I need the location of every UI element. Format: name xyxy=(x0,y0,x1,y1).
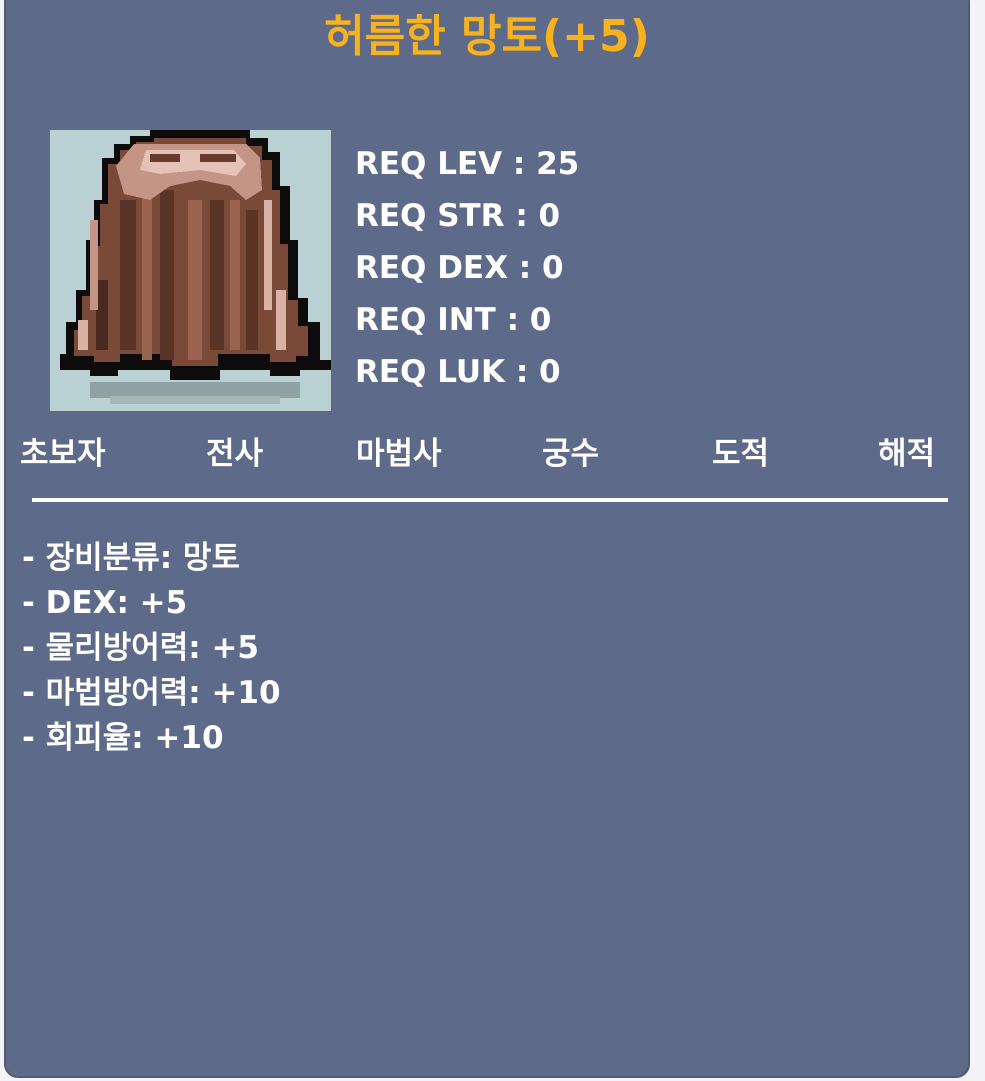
item-tooltip: 허름한 망토(+5) REQ LEV: 25 REQ STR: 0 REQ … xyxy=(4,0,970,1078)
requirements-list: REQ LEV : 25 REQ STR : 0 REQ DEX : 0 REQ… xyxy=(355,138,579,398)
stat-category: - 장비분류: 망토 xyxy=(22,540,240,576)
job-warrior: 전사 xyxy=(206,436,264,472)
stat-dex: - DEX: +5 xyxy=(22,585,188,621)
req-int: REQ INT : 0 xyxy=(355,302,552,338)
stat-avoidability: - 회피율: +10 xyxy=(22,720,224,756)
stats-list: - 장비분류: 망토 - DEX: +5 - 물리방어력: +5 - 마법방어력… xyxy=(22,536,281,761)
job-bowman: 궁수 xyxy=(542,436,600,472)
job-magician: 마법사 xyxy=(356,436,442,472)
stat-magic-defense: - 마법방어력: +10 xyxy=(22,675,281,711)
item-image xyxy=(50,130,331,411)
stat-physical-defense: - 물리방어력: +5 xyxy=(22,630,259,666)
req-luk: REQ LUK : 0 xyxy=(355,354,561,390)
job-pirate: 해적 xyxy=(878,436,936,472)
req-dex: REQ DEX : 0 xyxy=(355,250,564,286)
job-list: 초보자 전사 마법사 궁수 도적 해적 xyxy=(20,428,946,472)
req-level: REQ LEV : 25 xyxy=(355,146,580,182)
job-thief: 도적 xyxy=(712,436,770,472)
req-str: REQ STR : 0 xyxy=(355,198,561,234)
job-beginner: 초보자 xyxy=(20,436,106,472)
divider xyxy=(32,498,948,502)
cape-icon xyxy=(60,130,331,404)
item-name: 허름한 망토(+5) xyxy=(324,11,650,62)
